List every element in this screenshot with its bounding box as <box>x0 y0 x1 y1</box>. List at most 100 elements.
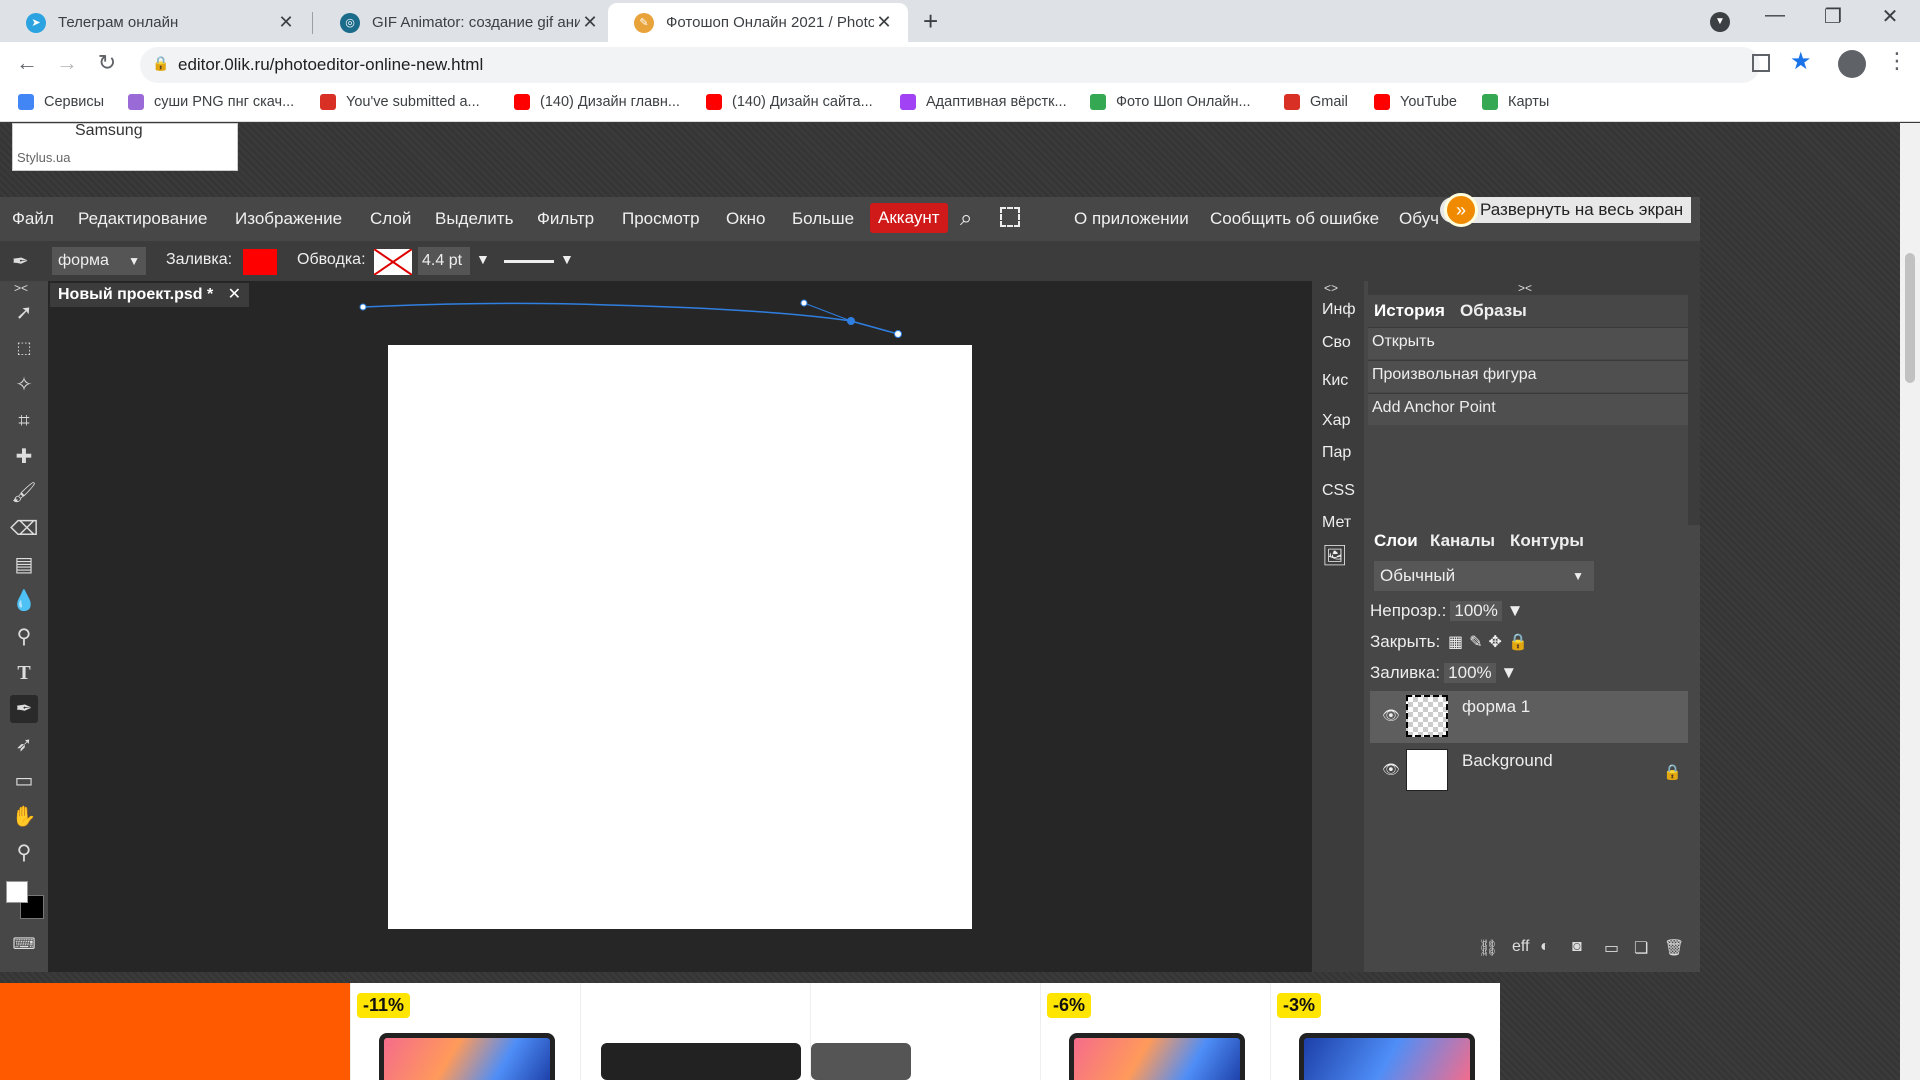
stroke-color-swatch[interactable] <box>374 249 412 275</box>
menu-layer[interactable]: Слой <box>370 209 411 229</box>
profile-avatar-icon[interactable] <box>1838 50 1866 78</box>
menu-learn[interactable]: Обуч <box>1399 209 1439 229</box>
bookmark-sushi-png[interactable]: суши PNG пнг скач... <box>128 94 294 110</box>
bookmark-photoshop-online[interactable]: Фото Шоп Онлайн... <box>1090 94 1251 110</box>
blur-tool-icon[interactable]: 💧 <box>10 587 38 615</box>
fill-dropdown-icon[interactable]: ▼ <box>1500 663 1517 682</box>
anchor-point[interactable] <box>894 330 902 338</box>
anchor-point[interactable] <box>847 317 855 325</box>
eye-icon[interactable]: 👁 <box>1382 761 1400 778</box>
fill-color-swatch[interactable] <box>243 249 277 275</box>
image-icon[interactable]: 🖼 <box>1322 543 1347 568</box>
adjustment-icon[interactable]: ◐ <box>1540 938 1550 956</box>
link-icon[interactable]: ⛓ <box>1478 938 1498 958</box>
mask-icon[interactable]: ◙ <box>1572 938 1582 956</box>
stroke-width-dropdown-icon[interactable]: ▼ <box>476 251 490 267</box>
fill-field[interactable]: 100% <box>1444 663 1496 683</box>
new-tab-button[interactable]: + <box>923 6 938 37</box>
bookmark-adaptive-layout[interactable]: Адаптивная вёрстк... <box>900 94 1067 110</box>
bookmark-youtube-design-site[interactable]: (140) Дизайн сайта... <box>706 94 873 110</box>
ad-product-card[interactable]: -3% <box>1270 983 1500 1080</box>
more-menu-icon[interactable]: ⋮ <box>1886 48 1908 74</box>
forward-icon[interactable]: → <box>52 50 82 76</box>
lock-transparency-icon[interactable]: ▦ <box>1448 634 1469 651</box>
layer-name[interactable]: Background <box>1462 751 1553 771</box>
path-select-tool-icon[interactable]: ➶ <box>10 731 38 759</box>
tab-history[interactable]: История <box>1374 301 1445 321</box>
foreground-color-swatch[interactable] <box>6 881 28 903</box>
expand-panel-icon[interactable]: <> <box>1324 281 1338 295</box>
crop-tool-icon[interactable]: ⌗ <box>10 407 38 435</box>
ad-product-card[interactable] <box>580 983 810 1080</box>
bookmark-services[interactable]: Сервисы <box>18 94 104 110</box>
panel-character[interactable]: Хар <box>1322 412 1350 430</box>
back-icon[interactable]: ← <box>12 50 42 76</box>
top-ad-banner[interactable]: Samsung Stylus.ua <box>12 122 238 171</box>
browser-tab-gif-animator[interactable]: ◎ GIF Animator: создание gif анима ✕ <box>314 3 614 42</box>
magic-wand-tool-icon[interactable]: ✧ <box>10 371 38 399</box>
menu-file[interactable]: Файл <box>12 209 54 229</box>
opacity-field[interactable]: 100% <box>1450 601 1502 621</box>
folder-icon[interactable]: ▭ <box>1604 938 1619 958</box>
line-style-dropdown-icon[interactable]: ▼ <box>560 251 574 267</box>
tab-search-icon[interactable]: ▼ <box>1710 12 1730 32</box>
hand-tool-icon[interactable]: ✋ <box>10 803 38 831</box>
ad-product-card[interactable]: -6% <box>1040 983 1270 1080</box>
fullscreen-icon[interactable] <box>1000 207 1020 227</box>
history-item[interactable]: Add Anchor Point <box>1368 393 1688 425</box>
omnibox[interactable]: 🔒 editor.0lik.ru/photoeditor-online-new.… <box>140 47 1760 83</box>
bookmark-gmail-submitted[interactable]: You've submitted a... <box>320 94 480 110</box>
search-icon[interactable]: ⌕ <box>960 205 972 231</box>
close-icon[interactable]: ✕ <box>276 12 296 33</box>
bookmark-star-icon[interactable]: ★ <box>1790 47 1812 76</box>
new-layer-icon[interactable]: ❏ <box>1634 938 1648 958</box>
opacity-dropdown-icon[interactable]: ▼ <box>1507 601 1524 620</box>
line-style-preview[interactable] <box>504 260 554 263</box>
bookmark-maps[interactable]: Карты <box>1482 94 1549 110</box>
ad-product-card[interactable]: -11% <box>350 983 580 1080</box>
panel-brushes[interactable]: Кис <box>1322 372 1348 390</box>
eye-icon[interactable]: 👁 <box>1382 707 1400 724</box>
qr-code-icon[interactable] <box>1752 54 1770 72</box>
trash-icon[interactable]: 🗑 <box>1664 938 1684 958</box>
menu-filter[interactable]: Фильтр <box>537 209 594 229</box>
stroke-width-field[interactable]: 4.4 pt <box>418 247 470 275</box>
blend-mode-select[interactable]: Обычный ▼ <box>1374 561 1594 591</box>
tab-paths[interactable]: Контуры <box>1510 531 1584 551</box>
panel-meta[interactable]: Мет <box>1322 514 1351 532</box>
bookmark-youtube[interactable]: YouTube <box>1374 94 1457 110</box>
close-icon[interactable]: ✕ <box>874 12 894 33</box>
pen-tool-icon[interactable]: ✒ <box>10 695 38 723</box>
lock-paint-icon[interactable]: ✎ <box>1469 634 1488 651</box>
collapse-panel-icon[interactable]: >< <box>1518 281 1532 295</box>
expand-fullscreen-button[interactable]: » Развернуть на весь экран <box>1440 193 1692 227</box>
url-text[interactable]: editor.0lik.ru/photoeditor-online-new.ht… <box>178 55 483 75</box>
menu-report-bug[interactable]: Сообщить об ошибке <box>1210 209 1379 229</box>
menu-window[interactable]: Окно <box>726 209 766 229</box>
close-icon[interactable]: ✕ <box>580 12 600 33</box>
lock-all-icon[interactable]: 🔒 <box>1508 634 1534 651</box>
bookmark-gmail[interactable]: Gmail <box>1284 94 1348 110</box>
keyboard-icon[interactable]: ⌨ <box>10 931 38 959</box>
menu-more[interactable]: Больше <box>792 209 854 229</box>
gradient-tool-icon[interactable]: ▤ <box>10 551 38 579</box>
layer-row[interactable]: 👁 Background 🔒 <box>1370 745 1688 797</box>
tab-channels[interactable]: Каналы <box>1430 531 1495 551</box>
move-tool-icon[interactable]: ➚ <box>10 299 38 327</box>
menu-about[interactable]: О приложении <box>1074 209 1189 229</box>
menu-edit[interactable]: Редактирование <box>78 209 208 229</box>
tab-layers[interactable]: Слои <box>1374 531 1418 551</box>
lock-icon[interactable]: 🔒 <box>152 55 169 72</box>
brush-tool-icon[interactable]: 🖌 <box>10 479 38 507</box>
zoom-tool-icon[interactable]: ⚲ <box>10 839 38 867</box>
bottom-ad-banner[interactable]: -11% -6% -3% <box>0 983 1500 1080</box>
layer-name[interactable]: форма 1 <box>1462 697 1530 717</box>
bookmark-youtube-design-main[interactable]: (140) Дизайн главн... <box>514 94 680 110</box>
shape-tool-icon[interactable]: ▭ <box>10 767 38 795</box>
tab-snapshots[interactable]: Образы <box>1460 301 1527 321</box>
panel-paragraph[interactable]: Пар <box>1322 444 1351 462</box>
eraser-tool-icon[interactable]: ⌫ <box>10 515 38 543</box>
menu-select[interactable]: Выделить <box>435 209 513 229</box>
menu-image[interactable]: Изображение <box>235 209 342 229</box>
lock-position-icon[interactable]: ✥ <box>1489 634 1508 651</box>
